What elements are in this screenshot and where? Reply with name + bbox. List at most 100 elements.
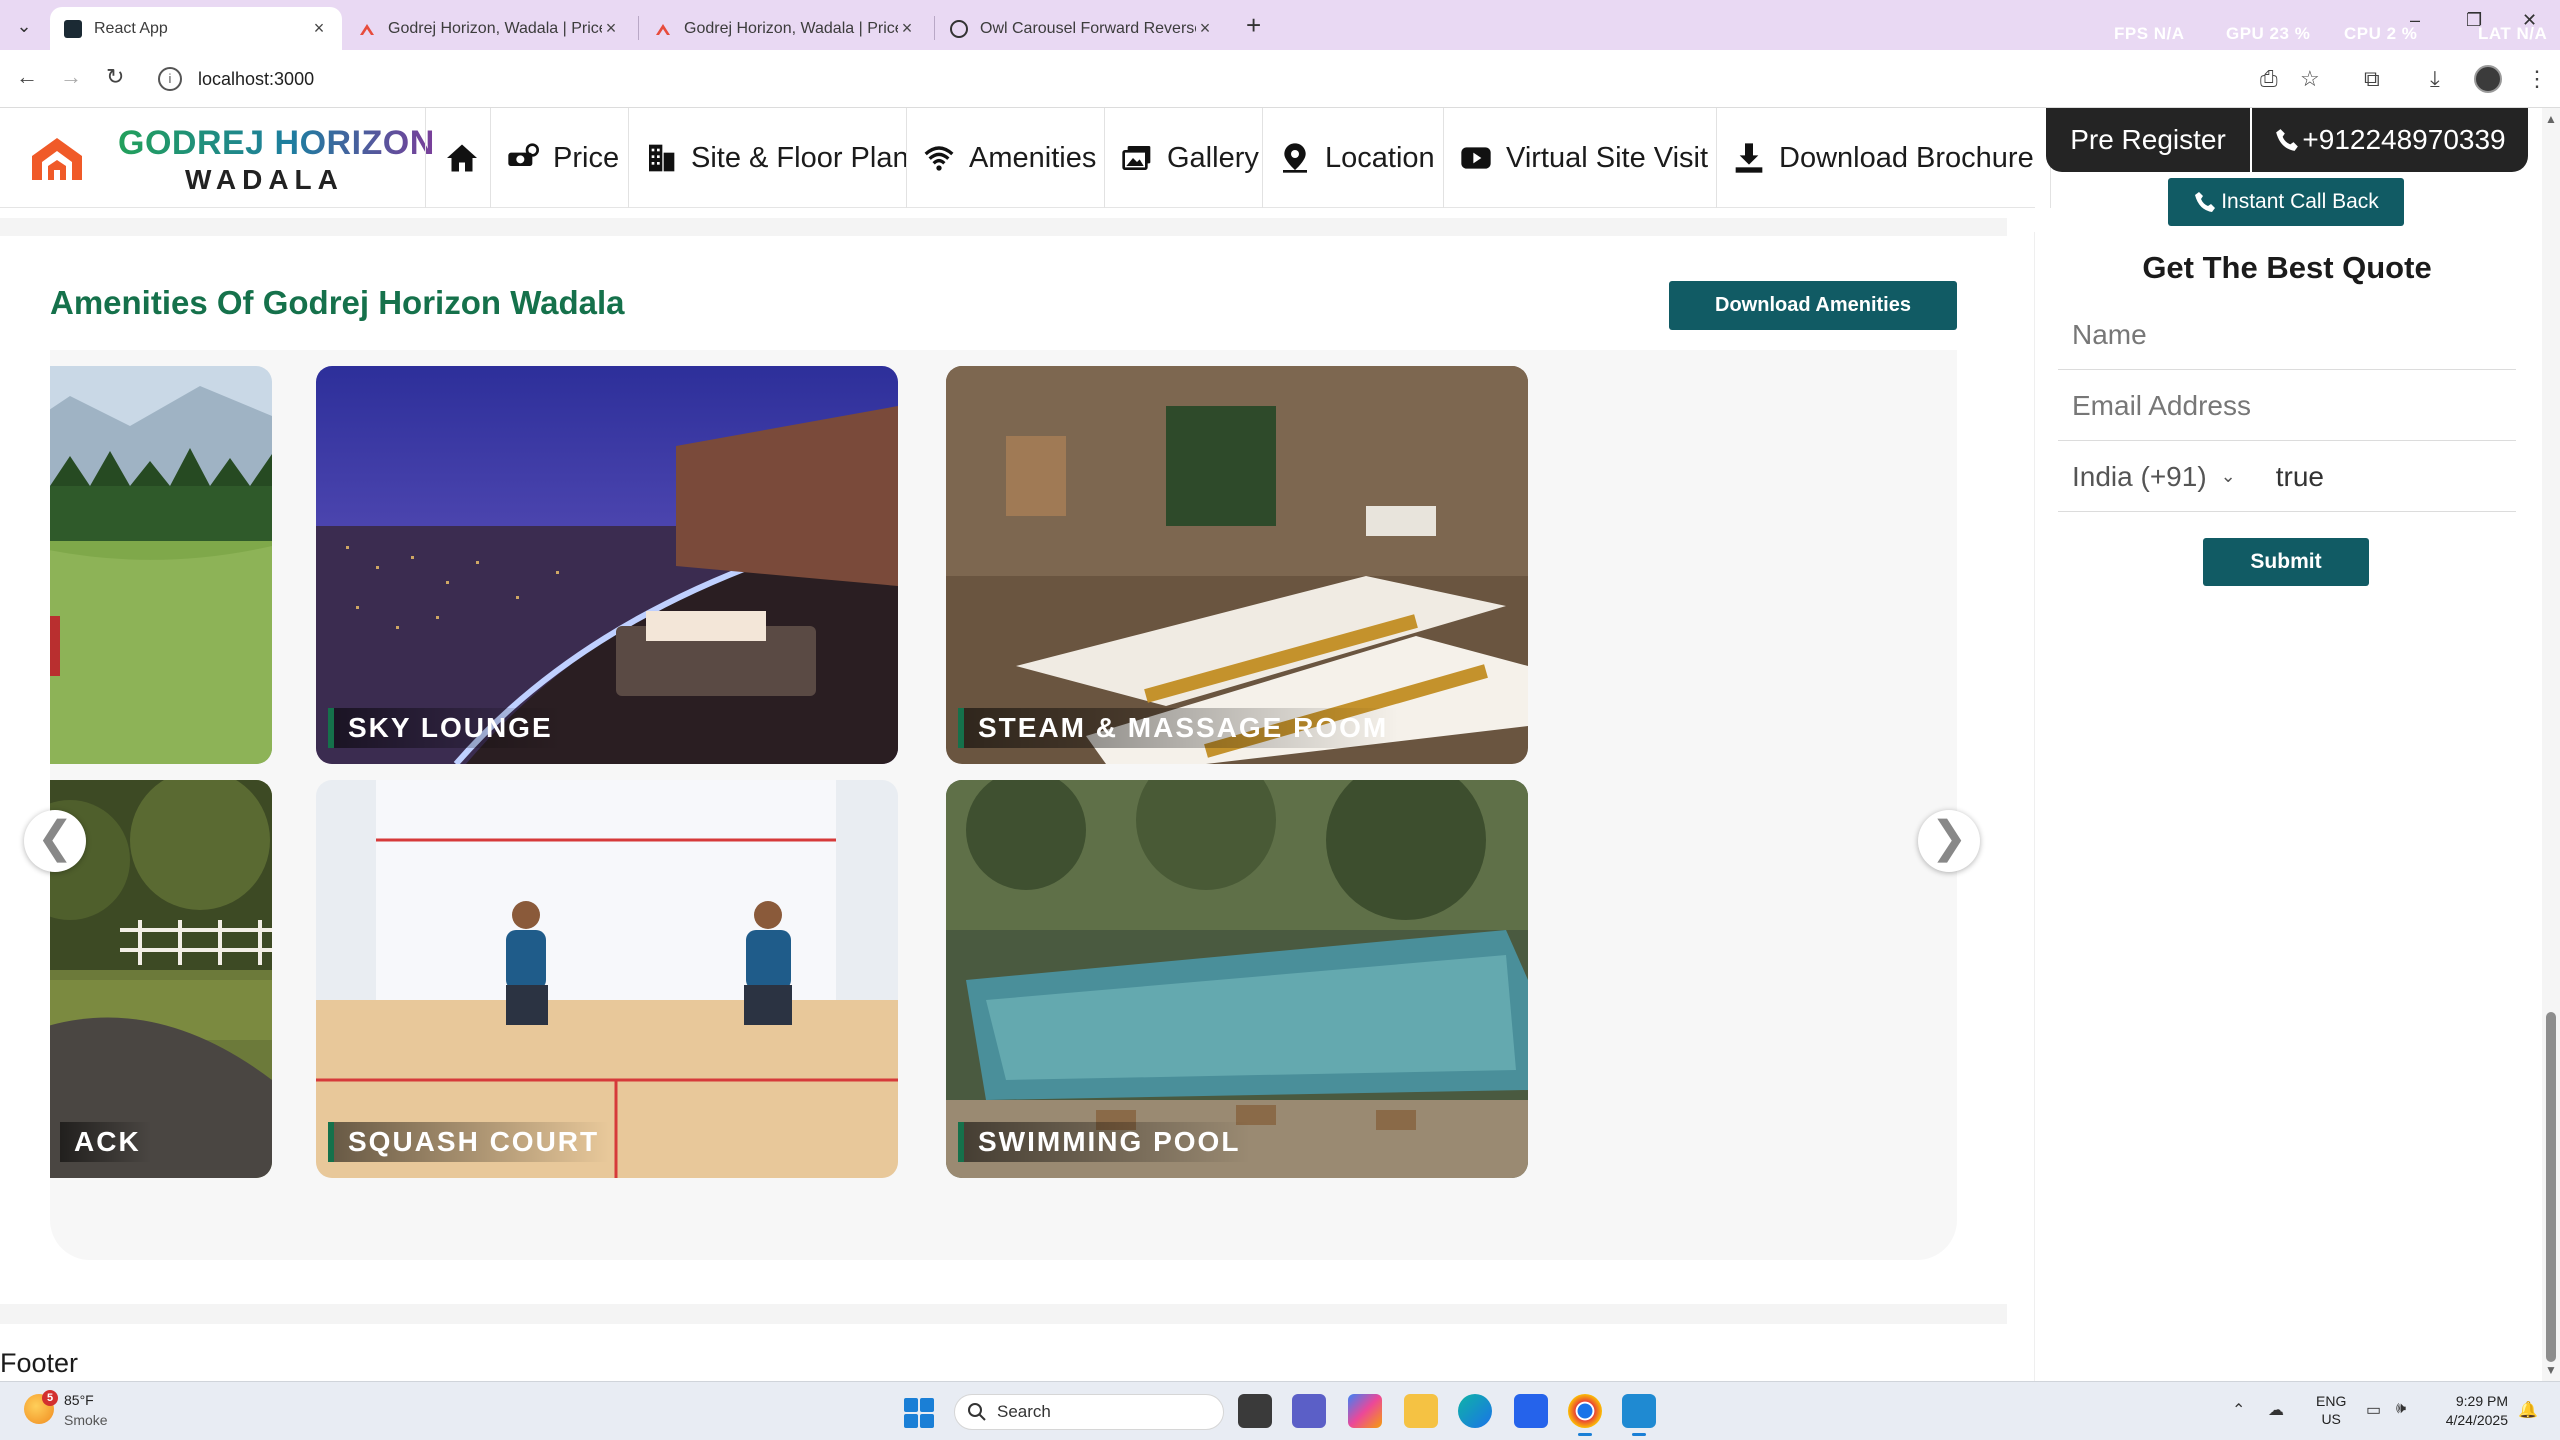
home-icon — [447, 144, 477, 172]
teams-icon[interactable] — [1292, 1394, 1326, 1428]
phone-input[interactable]: true — [2276, 461, 2324, 493]
clock[interactable]: 9:29 PM 4/24/2025 — [2432, 1392, 2508, 1430]
slide-swimming-pool[interactable]: SWIMMING POOL — [946, 780, 1528, 1178]
edge-icon[interactable] — [1458, 1394, 1492, 1428]
vscode-icon[interactable] — [1622, 1394, 1656, 1436]
footer: Footer — [0, 1348, 79, 1378]
start-button[interactable] — [904, 1398, 934, 1428]
install-app-icon[interactable]: ⎙ — [2260, 66, 2278, 92]
notification-bell-icon[interactable]: 🔔 — [2518, 1400, 2538, 1420]
nav-download-brochure[interactable]: Download Brochure — [1716, 108, 2051, 208]
window-close-icon[interactable]: ✕ — [2522, 10, 2537, 31]
slide-steam-massage[interactable]: STEAM & MASSAGE ROOM — [946, 366, 1528, 764]
clock-date: 4/24/2025 — [2445, 1412, 2508, 1428]
close-icon[interactable]: × — [310, 18, 328, 39]
file-explorer-icon[interactable] — [1404, 1394, 1438, 1428]
profile-avatar[interactable] — [2474, 65, 2502, 93]
new-tab-button[interactable]: + — [1246, 10, 1261, 41]
extensions-icon[interactable]: ⧉ — [2364, 66, 2380, 92]
sky-lounge-image — [316, 366, 898, 764]
nav-virtual-site-visit[interactable]: Virtual Site Visit — [1443, 108, 1724, 208]
carousel-next-button[interactable]: ❯ — [1918, 810, 1980, 872]
wifi-icon — [924, 146, 954, 171]
forward-icon[interactable]: → — [60, 64, 82, 90]
react-favicon-icon — [64, 19, 82, 38]
submit-button[interactable]: Submit — [2203, 538, 2369, 586]
close-icon[interactable]: × — [898, 18, 916, 39]
search-label: Search — [997, 1402, 1051, 1421]
chevron-right-icon: ❯ — [1930, 813, 1968, 862]
network-icon[interactable]: ▭ — [2366, 1400, 2381, 1420]
nav-label: Gallery — [1167, 141, 1259, 174]
section-divider — [0, 218, 2007, 236]
minimize-icon[interactable]: – — [2410, 10, 2420, 31]
reload-icon[interactable]: ↻ — [106, 64, 124, 90]
nav-label: Download Brochure — [1779, 141, 2034, 174]
page-scrollbar[interactable]: ▲ ▼ — [2542, 108, 2560, 1381]
pre-register-button[interactable]: Pre Register — [2046, 108, 2250, 172]
images-icon — [1122, 146, 1151, 170]
store-icon[interactable] — [1514, 1394, 1548, 1428]
slide-squash-court[interactable]: SQUASH COURT — [316, 780, 898, 1178]
nav-amenities[interactable]: Amenities — [906, 108, 1112, 208]
squash-court-image — [316, 780, 898, 1178]
weather-temperature[interactable]: 85°F — [64, 1392, 94, 1408]
slide-golf-course[interactable] — [50, 366, 272, 764]
slide-caption: SKY LOUNGE — [328, 708, 563, 748]
massage-room-image — [946, 366, 1528, 764]
browser-tab-strip: ⌄ React App × Godrej Horizon, Wadala | P… — [0, 0, 2560, 50]
chrome-icon[interactable] — [1568, 1394, 1602, 1436]
amenities-carousel[interactable]: SKY LOUNGE STEAM & MASSAGE ROOM ACK SQUA… — [50, 350, 1957, 1260]
chevron-down-icon[interactable]: ⌄ — [2221, 466, 2236, 487]
slide-sky-lounge[interactable]: SKY LOUNGE — [316, 366, 898, 764]
back-icon[interactable]: ← — [16, 64, 38, 90]
volume-icon[interactable]: 🕪 — [2396, 1400, 2406, 1418]
tab-separator — [934, 16, 935, 40]
brand-name[interactable]: GODREJ HORIZON — [118, 124, 435, 163]
scroll-up-icon[interactable]: ▲ — [2545, 112, 2557, 126]
close-icon[interactable]: × — [1196, 18, 1214, 39]
tab-godrej-1[interactable]: Godrej Horizon, Wadala | Price × — [344, 7, 634, 50]
browser-menu-icon[interactable]: ⋮ — [2526, 66, 2548, 92]
nav-price[interactable]: Price — [490, 108, 635, 208]
country-code-select[interactable]: India (+91) — [2072, 461, 2207, 493]
nav-location[interactable]: Location — [1262, 108, 1451, 208]
nav-home[interactable] — [425, 108, 498, 208]
task-view-icon[interactable] — [1238, 1394, 1272, 1428]
building-icon — [649, 144, 675, 172]
carousel-prev-button[interactable]: ❮ — [24, 810, 86, 872]
nav-gallery[interactable]: Gallery — [1104, 108, 1275, 208]
scrollbar-thumb[interactable] — [2546, 1012, 2556, 1362]
tab-search-icon[interactable]: ⌄ — [10, 12, 38, 40]
tab-react-app[interactable]: React App × — [50, 7, 342, 50]
phone-call-button[interactable]: +912248970339 — [2252, 108, 2528, 172]
tab-owl-carousel[interactable]: Owl Carousel Forward Reverse × — [936, 7, 1228, 50]
downloads-icon[interactable]: ⤓ — [2430, 66, 2440, 92]
scroll-down-icon[interactable]: ▼ — [2545, 1363, 2557, 1377]
instant-call-back-button[interactable]: Instant Call Back — [2168, 178, 2404, 226]
close-icon[interactable]: × — [602, 18, 620, 39]
site-info-icon[interactable]: i — [158, 67, 182, 91]
bookmark-star-icon[interactable]: ☆ — [2300, 66, 2320, 92]
address-bar[interactable]: i localhost:3000 — [150, 59, 2260, 99]
email-input[interactable]: Email Address — [2058, 371, 2516, 441]
tab-title: Owl Carousel Forward Reverse — [980, 19, 1196, 37]
weather-condition[interactable]: Smoke — [64, 1412, 108, 1428]
nav-site-floor-plan[interactable]: Site & Floor Plan — [628, 108, 925, 208]
restore-icon[interactable]: ❐ — [2466, 10, 2482, 31]
godrej-logo-icon[interactable] — [28, 134, 86, 182]
download-amenities-button[interactable]: Download Amenities — [1669, 281, 1957, 330]
amenities-heading: Amenities Of Godrej Horizon Wadala — [50, 284, 625, 321]
tab-title: React App — [94, 19, 168, 37]
onedrive-icon[interactable]: ☁ — [2268, 1400, 2284, 1420]
tray-overflow-icon[interactable]: ⌃ — [2232, 1400, 2245, 1420]
tab-title: Godrej Horizon, Wadala | Price — [684, 19, 898, 37]
language-indicator[interactable]: ENG US — [2316, 1392, 2346, 1428]
screen: ⌄ React App × Godrej Horizon, Wadala | P… — [0, 0, 2560, 1440]
fps-readout: FPS N/A — [2114, 24, 2185, 43]
name-input[interactable]: Name — [2058, 300, 2516, 370]
tab-godrej-2[interactable]: Godrej Horizon, Wadala | Price × — [640, 7, 930, 50]
tab-separator — [638, 16, 639, 40]
taskbar-search[interactable]: Search — [954, 1394, 1224, 1430]
copilot-icon[interactable] — [1348, 1394, 1382, 1428]
